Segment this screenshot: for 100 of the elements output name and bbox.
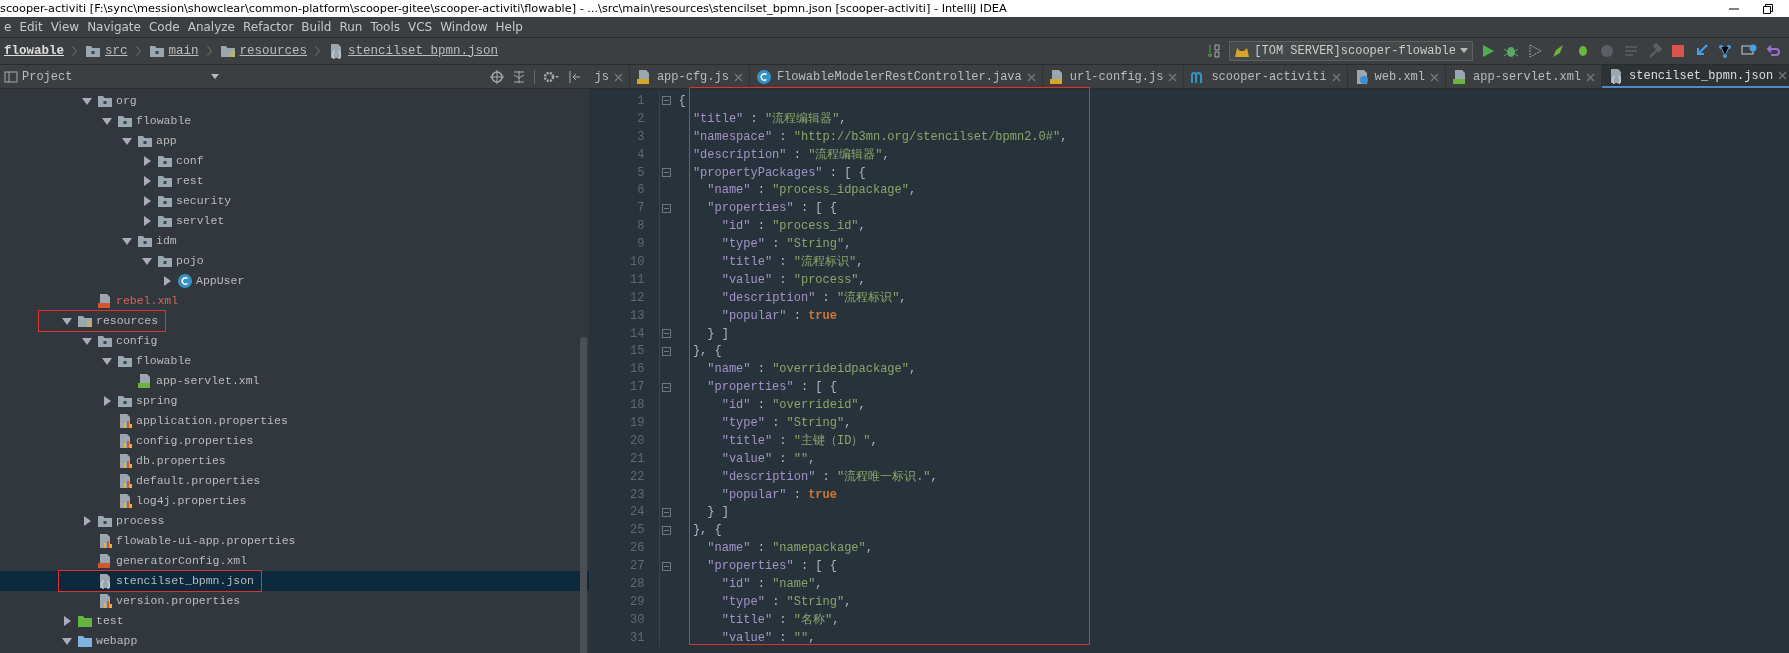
tree-item[interactable]: db.properties bbox=[0, 451, 589, 471]
tree-item[interactable]: servlet bbox=[0, 211, 589, 231]
editor-tab[interactable]: web.xml bbox=[1347, 65, 1447, 88]
editor-tab[interactable]: js bbox=[588, 65, 630, 88]
chevron-icon bbox=[72, 46, 77, 56]
menu-item[interactable]: Refactor bbox=[239, 17, 298, 37]
line-number: 14 bbox=[629, 325, 646, 343]
tree-item[interactable]: config bbox=[0, 331, 589, 351]
tree-item[interactable]: version.properties bbox=[0, 591, 589, 611]
line-number: 10 bbox=[629, 253, 646, 271]
run-icon bbox=[1481, 44, 1495, 58]
tree-item[interactable]: process bbox=[0, 511, 589, 531]
fold-marker-icon[interactable] bbox=[661, 561, 671, 571]
fold-marker-icon[interactable] bbox=[661, 346, 671, 356]
breadcrumb-item[interactable]: flowable bbox=[0, 41, 68, 61]
code-line: "properties" : [ { bbox=[706, 379, 837, 397]
menu-item[interactable]: Code bbox=[144, 17, 184, 37]
menu-item[interactable]: View bbox=[46, 17, 84, 37]
menu-item[interactable]: Tools bbox=[366, 17, 405, 37]
tree-item[interactable]: pojo bbox=[0, 251, 589, 271]
fold-marker-icon[interactable] bbox=[661, 525, 671, 535]
xml-file-icon bbox=[97, 293, 113, 309]
breadcrumb-item[interactable]: stencilset_bpmn.json bbox=[324, 41, 503, 61]
fold-marker-icon[interactable] bbox=[661, 382, 671, 392]
breadcrumb-item[interactable]: resources bbox=[215, 41, 312, 61]
panel-title: Project bbox=[22, 68, 74, 86]
tree-item[interactable]: default.properties bbox=[0, 471, 589, 491]
restore-icon[interactable] bbox=[1763, 3, 1773, 14]
scrollbar[interactable] bbox=[579, 337, 587, 653]
breadcrumb-item[interactable]: src bbox=[81, 41, 132, 61]
tree-item[interactable]: app-servlet.xml bbox=[0, 371, 589, 391]
tree-item[interactable]: test bbox=[0, 611, 589, 631]
tree-item[interactable]: log4j.properties bbox=[0, 491, 589, 511]
folder-icon bbox=[157, 213, 173, 229]
menu-item[interactable]: e bbox=[0, 17, 16, 37]
line-number: 4 bbox=[636, 146, 646, 164]
properties-file-icon bbox=[117, 453, 133, 469]
breadcrumb-item[interactable]: main bbox=[144, 41, 203, 61]
tree-item[interactable]: generatorConfig.xml bbox=[0, 551, 589, 571]
close-icon bbox=[1430, 72, 1440, 82]
hammer-icon bbox=[1647, 43, 1663, 59]
tree-item[interactable]: rebel.xml bbox=[0, 291, 589, 311]
menu-item[interactable]: Window bbox=[436, 17, 492, 37]
properties-file-icon bbox=[117, 473, 133, 489]
line-number: 29 bbox=[629, 593, 646, 611]
window-title: scooper-activiti [F:\sync\mession\showclear\common-platform\scooper-gitee\scooper-activiti\flowable] - ...\src\main\resources\stencilset_bpmn.json [scooper-activiti] - IntelliJ IDEA bbox=[0, 1, 1007, 17]
tree-item[interactable]: flowable bbox=[0, 111, 589, 131]
editor-tab[interactable]: stencilset_bpmn.json bbox=[1602, 65, 1789, 88]
editor-tab[interactable]: app-cfg.js bbox=[629, 65, 750, 88]
tree-item[interactable]: org bbox=[0, 91, 589, 111]
editor-tab[interactable]: FlowableModelerRestController.java bbox=[749, 65, 1043, 88]
tree-item[interactable]: conf bbox=[0, 151, 589, 171]
menu-item[interactable]: Edit bbox=[15, 17, 47, 37]
close-icon bbox=[1331, 72, 1341, 82]
code-line: "title" : "名称", bbox=[720, 611, 840, 629]
properties-file-icon bbox=[117, 413, 133, 429]
tree-item[interactable]: application.properties bbox=[0, 411, 589, 431]
code-line: "name" : "namepackage", bbox=[706, 540, 873, 558]
tree-item[interactable]: flowable-ui-app.properties bbox=[0, 531, 589, 551]
fold-marker-icon[interactable] bbox=[661, 329, 671, 338]
folder-icon bbox=[117, 353, 133, 369]
line-number: 30 bbox=[629, 611, 646, 629]
tree-item[interactable]: resources bbox=[0, 311, 589, 331]
tree-item[interactable]: security bbox=[0, 191, 589, 211]
editor-tab[interactable]: scooper-activiti bbox=[1184, 65, 1348, 88]
tree-item[interactable]: spring bbox=[0, 391, 589, 411]
menu-item[interactable]: Build bbox=[297, 17, 336, 37]
menu-item[interactable]: Analyze bbox=[183, 17, 239, 37]
fold-marker-icon[interactable] bbox=[661, 507, 671, 517]
code-line: { bbox=[677, 92, 686, 110]
run-configuration-dropdown[interactable]: [TOM SERVER]scooper-flowable bbox=[1229, 41, 1473, 61]
fold-marker-icon[interactable] bbox=[661, 96, 671, 106]
code-line: "name" : "process_idpackage", bbox=[706, 182, 917, 200]
tree-item[interactable]: AppUser bbox=[0, 271, 589, 291]
menu-item[interactable]: Help bbox=[491, 17, 527, 37]
fold-marker-icon[interactable] bbox=[661, 168, 671, 177]
folder-icon bbox=[97, 93, 113, 109]
tree-item[interactable]: stencilset_bpmn.json bbox=[0, 571, 589, 591]
tree-item[interactable]: rest bbox=[0, 171, 589, 191]
menu-item[interactable]: Run bbox=[335, 17, 367, 37]
panel-icon bbox=[4, 69, 18, 84]
code-line: } ] bbox=[706, 504, 729, 522]
menu-item[interactable]: Navigate bbox=[83, 17, 145, 37]
folder-icon bbox=[148, 43, 165, 59]
code-line: "type" : "String", bbox=[720, 415, 852, 432]
caret-icon bbox=[211, 73, 219, 80]
editor-tab[interactable]: url-config.js bbox=[1042, 65, 1185, 88]
line-number: 5 bbox=[636, 164, 646, 182]
code-line: "propertyPackages" : [ { bbox=[691, 164, 866, 182]
line-number: 21 bbox=[629, 450, 646, 468]
tree-item[interactable]: app bbox=[0, 131, 589, 151]
tree-item[interactable]: idm bbox=[0, 231, 589, 251]
line-number: 18 bbox=[629, 397, 646, 415]
tree-item[interactable]: flowable bbox=[0, 351, 589, 371]
tree-item[interactable]: webapp bbox=[0, 631, 589, 651]
code-line: "description" : "流程标识", bbox=[720, 289, 907, 307]
menu-item[interactable]: VCS bbox=[404, 17, 437, 37]
fold-marker-icon[interactable] bbox=[661, 203, 671, 213]
tree-item[interactable]: config.properties bbox=[0, 431, 589, 451]
line-number: 23 bbox=[629, 486, 646, 504]
